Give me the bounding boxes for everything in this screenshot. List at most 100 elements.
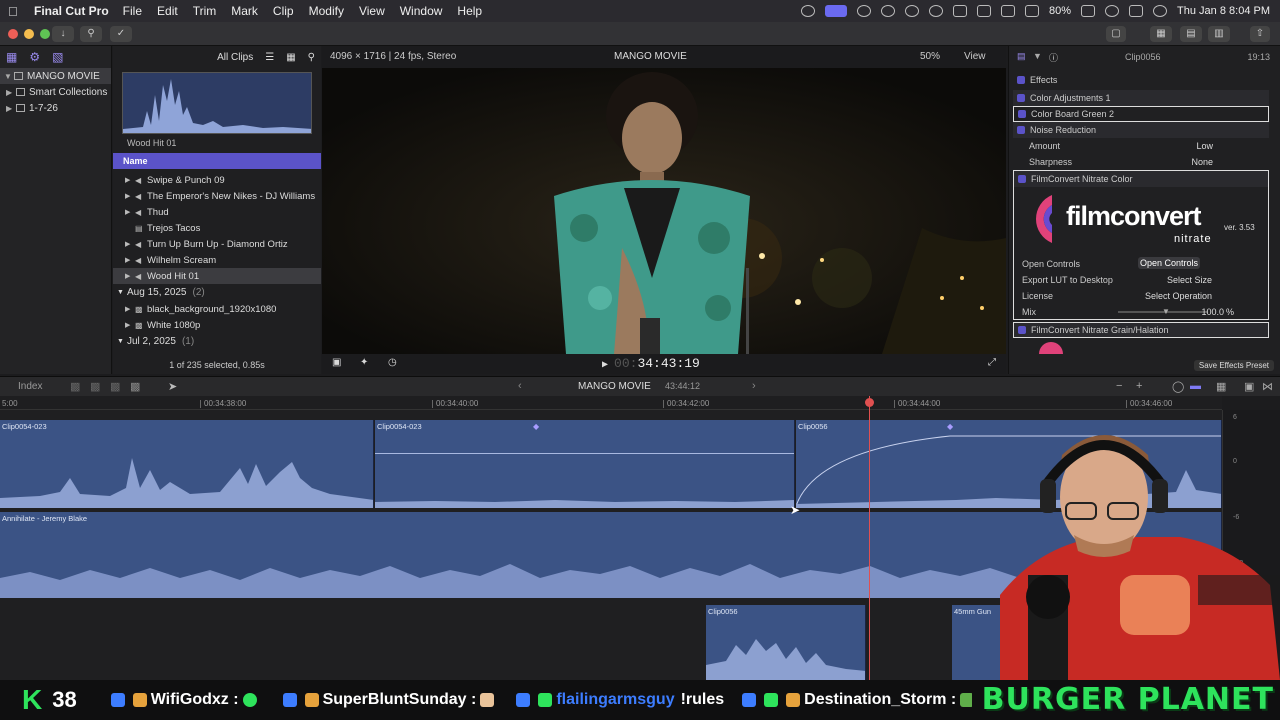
connect-clip-icon[interactable]: ▩ — [70, 380, 80, 393]
headphones-icon[interactable]: ◯ — [1172, 380, 1184, 393]
enhance-icon[interactable]: ✦ — [360, 357, 368, 368]
filter-icon[interactable]: ▼ — [1033, 51, 1042, 61]
wifi-icon[interactable] — [1025, 5, 1040, 17]
checkbox-icon[interactable] — [1018, 110, 1026, 118]
project-name[interactable]: MANGO MOVIE — [578, 381, 651, 392]
speed-icon[interactable]: ◷ — [388, 357, 397, 368]
video-inspector-icon[interactable]: ▤ — [1017, 51, 1026, 62]
layout-inspector-icon[interactable]: ▥ — [1208, 26, 1230, 42]
volume-line[interactable] — [375, 453, 794, 454]
append-clip-icon[interactable]: ▩ — [110, 380, 120, 393]
disclosure-icon[interactable]: ▶ — [125, 305, 135, 313]
effects-section[interactable]: Effects — [1013, 72, 1269, 88]
bluetooth-icon[interactable] — [1001, 5, 1016, 17]
menu-view[interactable]: View — [359, 4, 385, 18]
playhead[interactable] — [869, 396, 870, 680]
snapping-icon[interactable]: ▬ — [1190, 380, 1201, 392]
list-item[interactable]: ▶ ◀ The Emperor's New Nikes - DJ Williams — [113, 188, 321, 204]
checkbox-icon[interactable] — [1017, 94, 1025, 102]
menu-window[interactable]: Window — [400, 4, 443, 18]
disclosure-icon[interactable]: ▶ — [125, 192, 135, 200]
app-menu[interactable]: Final Cut Pro — [34, 4, 109, 18]
disclosure-icon[interactable]: ▶ — [125, 176, 135, 184]
list-item[interactable]: ▶ ◀ Thud — [113, 204, 321, 220]
photos-icon[interactable]: ⚙ — [29, 50, 40, 64]
import-icon[interactable]: ↓ — [52, 26, 74, 42]
keyframe-icon[interactable]: ◆ — [947, 422, 953, 431]
volume-icon[interactable] — [953, 5, 968, 17]
open-controls-button[interactable]: Open Controls — [1138, 257, 1200, 269]
status-icon[interactable] — [801, 5, 816, 17]
event-row[interactable]: ▶ 1-7-26 — [0, 100, 111, 116]
forward-icon[interactable]: › — [752, 380, 756, 392]
user-icon[interactable] — [857, 5, 872, 17]
list-icon[interactable] — [881, 5, 896, 17]
playhead-handle[interactable] — [865, 398, 874, 407]
effect-row-selected[interactable]: Color Board Green 2 — [1013, 106, 1269, 122]
disclosure-icon[interactable]: ▼ — [117, 338, 127, 345]
back-icon[interactable]: ‹ — [518, 380, 522, 392]
date-group-header[interactable]: ▼ Jul 2, 2025 (1) — [113, 333, 321, 350]
list-item[interactable]: ▶ ▩ black_background_1920x1080 — [113, 301, 321, 317]
overwrite-clip-icon[interactable]: ▩ — [130, 380, 140, 393]
clip-filter-dropdown[interactable]: All Clips — [217, 52, 253, 63]
transform-icon[interactable]: ▣ — [332, 357, 341, 368]
search-icon[interactable]: ⚲ — [308, 52, 315, 63]
amount-dropdown[interactable]: Low — [1196, 141, 1213, 151]
menu-modify[interactable]: Modify — [309, 4, 344, 18]
info-icon[interactable]: ⓘ — [1049, 51, 1058, 64]
list-view-icon[interactable]: ☰ — [265, 52, 274, 63]
clip-appearance-icon[interactable]: ▦ — [1216, 380, 1226, 393]
date-group-header[interactable]: ▼ Aug 15, 2025 (2) — [113, 284, 321, 301]
keyword-icon[interactable]: ⚲ — [80, 26, 102, 42]
media-library-icon[interactable]: ▦ — [6, 50, 17, 64]
audio-clip[interactable]: Clip0056 — [706, 605, 866, 680]
search-icon[interactable] — [1105, 5, 1120, 17]
apple-icon[interactable]:  — [8, 4, 24, 19]
list-item[interactable]: ▶ ◀ Wilhelm Scream — [113, 252, 321, 268]
slider-handle-icon[interactable]: ▼ — [1162, 307, 1170, 316]
save-effects-preset-button[interactable]: Save Effects Preset — [1193, 360, 1274, 371]
list-item-selected[interactable]: ▶ ◀ Wood Hit 01 — [113, 268, 321, 284]
siri-icon[interactable] — [1153, 5, 1168, 17]
effect-row[interactable]: FilmConvert Nitrate Grain/Halation — [1013, 322, 1269, 338]
disclosure-icon[interactable]: ▶ — [6, 88, 16, 97]
menu-file[interactable]: File — [123, 4, 142, 18]
select-size-dropdown[interactable]: Select Size — [1167, 275, 1212, 285]
select-tool-icon[interactable]: ➤ — [168, 380, 177, 393]
video-frame[interactable] — [322, 68, 1006, 354]
layout-browser-icon[interactable]: ▦ — [1150, 26, 1172, 42]
audio-clip[interactable]: Clip0054-023 — [0, 420, 374, 508]
battery-icon[interactable] — [1081, 5, 1096, 17]
menu-edit[interactable]: Edit — [157, 4, 178, 18]
clip-appearance-icon[interactable]: ▦ — [286, 52, 295, 63]
timeline-ruler[interactable]: 5:00 00:34:38:00 00:34:40:00 00:34:42:00… — [0, 396, 1222, 410]
disclosure-icon[interactable]: ▶ — [125, 240, 135, 248]
select-operation-dropdown[interactable]: Select Operation — [1145, 291, 1212, 301]
effects-browser-icon[interactable]: ▣ — [1244, 380, 1254, 393]
play-icon[interactable] — [905, 5, 920, 17]
stop-icon[interactable] — [929, 5, 944, 17]
share-icon[interactable]: ⇧ — [1250, 26, 1270, 42]
disclosure-icon[interactable]: ▶ — [125, 208, 135, 216]
checkbox-icon[interactable] — [1017, 126, 1025, 134]
menu-trim[interactable]: Trim — [193, 4, 217, 18]
checkbox-icon[interactable] — [1018, 326, 1026, 334]
close-window-icon[interactable] — [8, 29, 18, 39]
mix-value[interactable]: 100.0 — [1201, 307, 1224, 317]
disclosure-icon[interactable]: ▶ — [6, 104, 16, 113]
index-button[interactable]: Index — [18, 381, 42, 392]
zoom-window-icon[interactable] — [40, 29, 50, 39]
sharpness-dropdown[interactable]: None — [1191, 157, 1213, 167]
disclosure-icon[interactable]: ▼ — [117, 289, 127, 296]
disclosure-icon[interactable]: ▶ — [125, 321, 135, 329]
keyframe-icon[interactable]: ◆ — [533, 422, 539, 431]
share-mode-icon[interactable]: ▢ — [1106, 26, 1126, 42]
zoom-dropdown[interactable]: 50% — [920, 51, 940, 62]
zoom-out-icon[interactable]: − — [1116, 380, 1122, 392]
clip-thumbnail[interactable] — [122, 72, 312, 134]
view-dropdown[interactable]: View — [964, 51, 986, 62]
menu-help[interactable]: Help — [457, 4, 482, 18]
list-item[interactable]: ▶ ◀ Turn Up Burn Up - Diamond Ortiz — [113, 236, 321, 252]
titles-icon[interactable]: ▧ — [52, 50, 63, 64]
